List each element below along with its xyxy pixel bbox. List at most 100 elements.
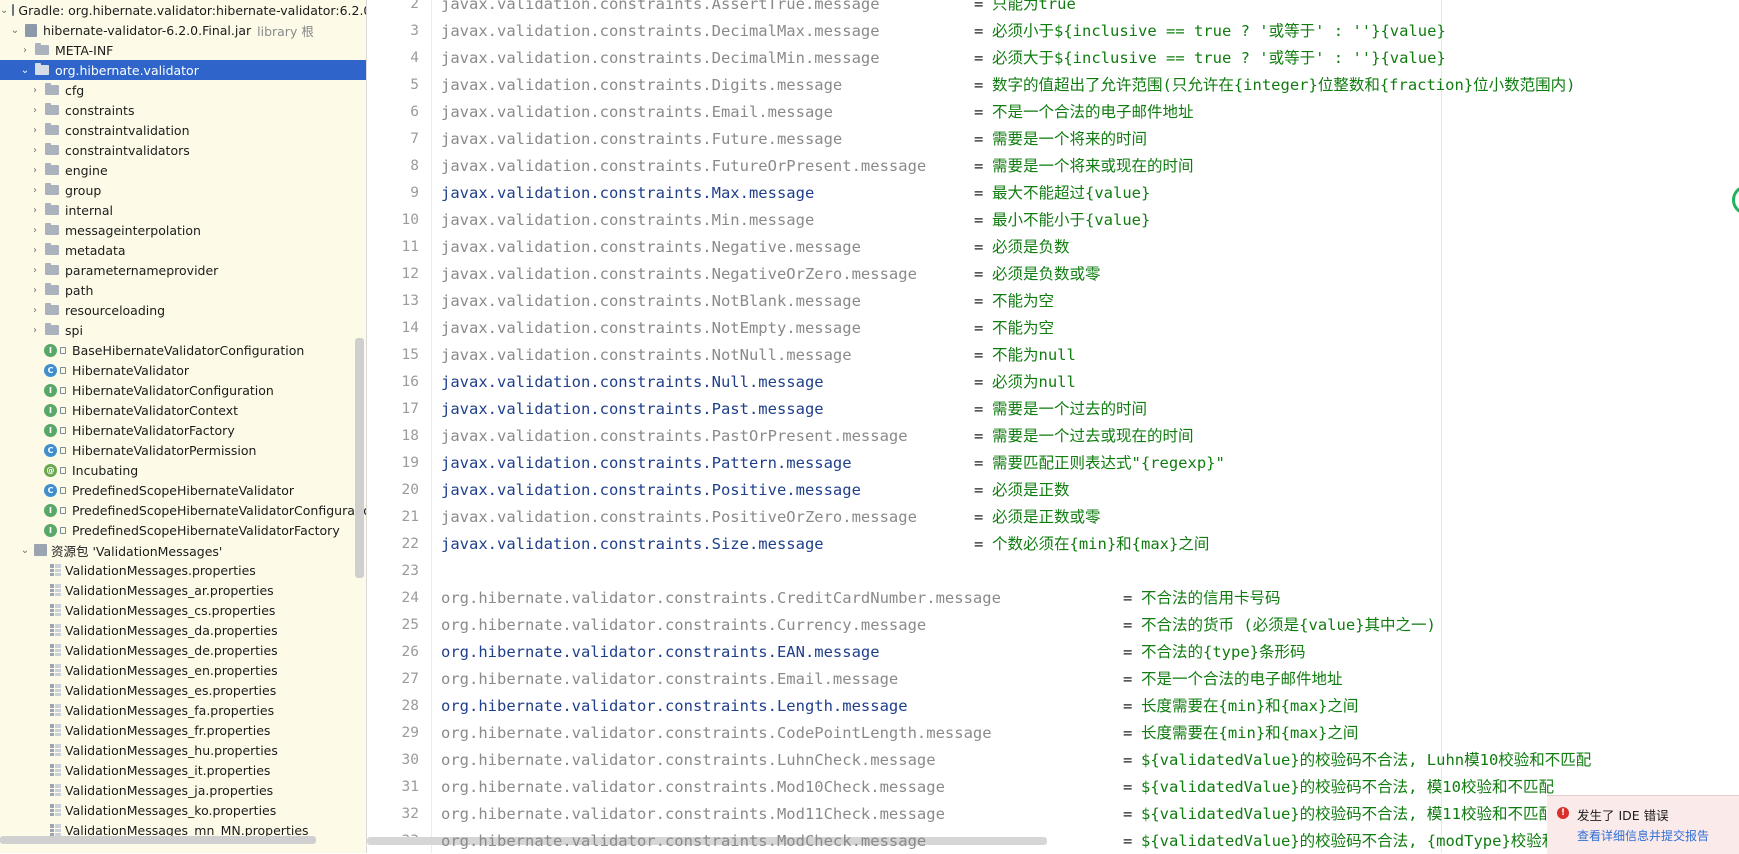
tree-resource-bundle[interactable]: ⌄ 资源包 'ValidationMessages' (0, 540, 366, 560)
property-value[interactable]: 不能为null (992, 342, 1076, 369)
property-key[interactable]: org.hibernate.validator.constraints.Mod1… (441, 774, 945, 801)
tree-meta-inf[interactable]: › META-INF (0, 40, 366, 60)
chevron-right-icon[interactable]: › (30, 165, 40, 176)
chevron-down-icon[interactable]: ⌄ (10, 25, 20, 36)
property-key[interactable]: javax.validation.constraints.AssertTrue.… (441, 0, 880, 18)
chevron-right-icon[interactable]: › (30, 105, 40, 116)
tree-properties-file[interactable]: ValidationMessages_da.properties (0, 620, 366, 640)
property-value[interactable]: 必须是负数或零 (992, 261, 1101, 288)
property-key[interactable]: javax.validation.constraints.Future.mess… (441, 126, 842, 153)
tree-properties-file[interactable]: ValidationMessages_ar.properties (0, 580, 366, 600)
property-key[interactable]: javax.validation.constraints.Past.messag… (441, 396, 824, 423)
ide-error-notification[interactable]: ! 发生了 IDE 错误 查看详细信息并提交报告 (1547, 795, 1739, 854)
chevron-right-icon[interactable]: › (30, 245, 40, 256)
property-value[interactable]: 数字的值超出了允许范围(只允许在{integer}位整数和{fraction}位… (992, 72, 1575, 99)
property-key[interactable]: javax.validation.constraints.NotNull.mes… (441, 342, 852, 369)
tree-properties-file[interactable]: ValidationMessages_ja.properties (0, 780, 366, 800)
property-value[interactable]: 个数必须在{min}和{max}之间 (992, 531, 1209, 558)
property-key[interactable]: org.hibernate.validator.constraints.EAN.… (441, 639, 880, 666)
property-key[interactable]: org.hibernate.validator.constraints.Code… (441, 720, 992, 747)
property-key[interactable]: javax.validation.constraints.Email.messa… (441, 99, 833, 126)
property-value[interactable]: ${validatedValue}的校验码不合法, {modType}校验和不匹… (1141, 828, 1604, 853)
properties-editor[interactable]: 2 3 4 5 6 7 8 9 10 11 12 13 14 15 16 17 18 19 20 21 22 23 24 25… (367, 0, 1739, 853)
property-value[interactable]: 最大不能超过{value} (992, 180, 1150, 207)
tree-package-engine[interactable]: › engine (0, 160, 366, 180)
property-value[interactable]: 必须为null (992, 369, 1076, 396)
property-value[interactable]: 不合法的信用卡号码 (1141, 585, 1281, 612)
property-value[interactable]: ${validatedValue}的校验码不合法, Luhn模10校验和不匹配 (1141, 747, 1591, 774)
tree-properties-file[interactable]: ValidationMessages_en.properties (0, 660, 366, 680)
chevron-right-icon[interactable]: › (30, 205, 40, 216)
tree-package-metadata[interactable]: › metadata (0, 240, 366, 260)
tree-package-constraintvalidators[interactable]: › constraintvalidators (0, 140, 366, 160)
tree-class-item[interactable]: I PredefinedScopeHibernateValidatorConfig… (0, 500, 366, 520)
chevron-right-icon[interactable]: › (30, 85, 40, 96)
tree-class-item[interactable]: I BaseHibernateValidatorConfiguration (0, 340, 366, 360)
property-key[interactable]: javax.validation.constraints.NegativeOrZ… (441, 261, 917, 288)
property-value[interactable]: 需要匹配正则表达式"{regexp}" (992, 450, 1225, 477)
property-key[interactable]: javax.validation.constraints.Negative.me… (441, 234, 861, 261)
property-value[interactable]: ${validatedValue}的校验码不合法, 模10校验和不匹配 (1141, 774, 1554, 801)
tree-package-resourceloading[interactable]: › resourceloading (0, 300, 366, 320)
property-key[interactable]: javax.validation.constraints.DecimalMin.… (441, 45, 880, 72)
property-key[interactable]: javax.validation.constraints.Max.message (441, 180, 814, 207)
tree-vertical-scrollbar[interactable] (355, 338, 364, 578)
property-value[interactable]: 长度需要在{min}和{max}之间 (1141, 693, 1358, 720)
property-key[interactable]: javax.validation.constraints.Null.messag… (441, 369, 824, 396)
chevron-right-icon[interactable]: › (30, 145, 40, 156)
chevron-right-icon[interactable]: › (20, 45, 30, 56)
property-value[interactable]: 需要是一个过去或现在的时间 (992, 423, 1194, 450)
property-value[interactable]: 需要是一个过去的时间 (992, 396, 1147, 423)
property-key[interactable]: org.hibernate.validator.constraints.Mod1… (441, 801, 945, 828)
chevron-right-icon[interactable]: › (30, 125, 40, 136)
tree-class-item[interactable]: I HibernateValidatorContext (0, 400, 366, 420)
tree-package-internal[interactable]: › internal (0, 200, 366, 220)
tree-selected-package[interactable]: ⌄ org.hibernate.validator (0, 60, 366, 80)
view-details-link[interactable]: 查看详细信息并提交报告 (1577, 827, 1709, 844)
property-key[interactable]: javax.validation.constraints.Size.messag… (441, 531, 824, 558)
property-key[interactable]: javax.validation.constraints.DecimalMax.… (441, 18, 880, 45)
property-key[interactable]: org.hibernate.validator.constraints.Emai… (441, 666, 898, 693)
tree-package-constraints[interactable]: › constraints (0, 100, 366, 120)
tree-properties-file[interactable]: ValidationMessages_ko.properties (0, 800, 366, 820)
tree-gradle-library[interactable]: ⌄ Gradle: org.hibernate.validator:hiberna… (0, 0, 366, 20)
property-value[interactable]: 不能为空 (992, 315, 1054, 342)
property-key[interactable]: javax.validation.constraints.NotBlank.me… (441, 288, 861, 315)
tree-jar[interactable]: ⌄ hibernate-validator-6.2.0.Final.jar libr… (0, 20, 366, 40)
property-key[interactable]: javax.validation.constraints.Min.message (441, 207, 814, 234)
tree-class-item[interactable]: C HibernateValidator (0, 360, 366, 380)
property-value[interactable]: 必须是正数 (992, 477, 1070, 504)
tree-properties-file[interactable]: ValidationMessages_it.properties (0, 760, 366, 780)
property-key[interactable]: javax.validation.constraints.PastOrPrese… (441, 423, 908, 450)
property-key[interactable]: org.hibernate.validator.constraints.Curr… (441, 612, 926, 639)
property-key[interactable]: javax.validation.constraints.Digits.mess… (441, 72, 842, 99)
property-value[interactable]: 不合法的{type}条形码 (1141, 639, 1306, 666)
tree-class-item[interactable]: @ Incubating (0, 460, 366, 480)
tree-properties-file[interactable]: ValidationMessages_hu.properties (0, 740, 366, 760)
chevron-right-icon[interactable]: › (30, 225, 40, 236)
tree-class-item[interactable]: I HibernateValidatorFactory (0, 420, 366, 440)
chevron-down-icon[interactable]: ⌄ (0, 5, 8, 16)
tree-package-messageinterpolation[interactable]: › messageinterpolation (0, 220, 366, 240)
chevron-down-icon[interactable]: ⌄ (20, 65, 30, 76)
property-value[interactable]: 不是一个合法的电子邮件地址 (992, 99, 1194, 126)
tree-class-item[interactable]: I HibernateValidatorConfiguration (0, 380, 366, 400)
chevron-right-icon[interactable]: › (30, 305, 40, 316)
property-key[interactable]: javax.validation.constraints.PositiveOrZ… (441, 504, 917, 531)
property-value[interactable]: 不合法的货币 (必须是{value}其中之一) (1141, 612, 1436, 639)
property-value[interactable]: 需要是一个将来或现在的时间 (992, 153, 1194, 180)
property-key[interactable]: javax.validation.constraints.FutureOrPre… (441, 153, 926, 180)
chevron-right-icon[interactable]: › (30, 325, 40, 336)
property-value[interactable]: 必须是正数或零 (992, 504, 1101, 531)
property-value[interactable]: 需要是一个将来的时间 (992, 126, 1147, 153)
property-key[interactable]: org.hibernate.validator.constraints.Luhn… (441, 747, 936, 774)
chevron-right-icon[interactable]: › (30, 265, 40, 276)
tree-package-parameternameprovider[interactable]: › parameternameprovider (0, 260, 366, 280)
tree-properties-file[interactable]: ValidationMessages_cs.properties (0, 600, 366, 620)
property-value[interactable]: 不能为空 (992, 288, 1054, 315)
tree-properties-file[interactable]: ValidationMessages_fa.properties (0, 700, 366, 720)
property-value[interactable]: ${validatedValue}的校验码不合法, 模11校验和不匹配 (1141, 801, 1554, 828)
tree-package-cfg[interactable]: › cfg (0, 80, 366, 100)
property-key[interactable]: javax.validation.constraints.NotEmpty.me… (441, 315, 861, 342)
property-value[interactable]: 不是一个合法的电子邮件地址 (1141, 666, 1343, 693)
